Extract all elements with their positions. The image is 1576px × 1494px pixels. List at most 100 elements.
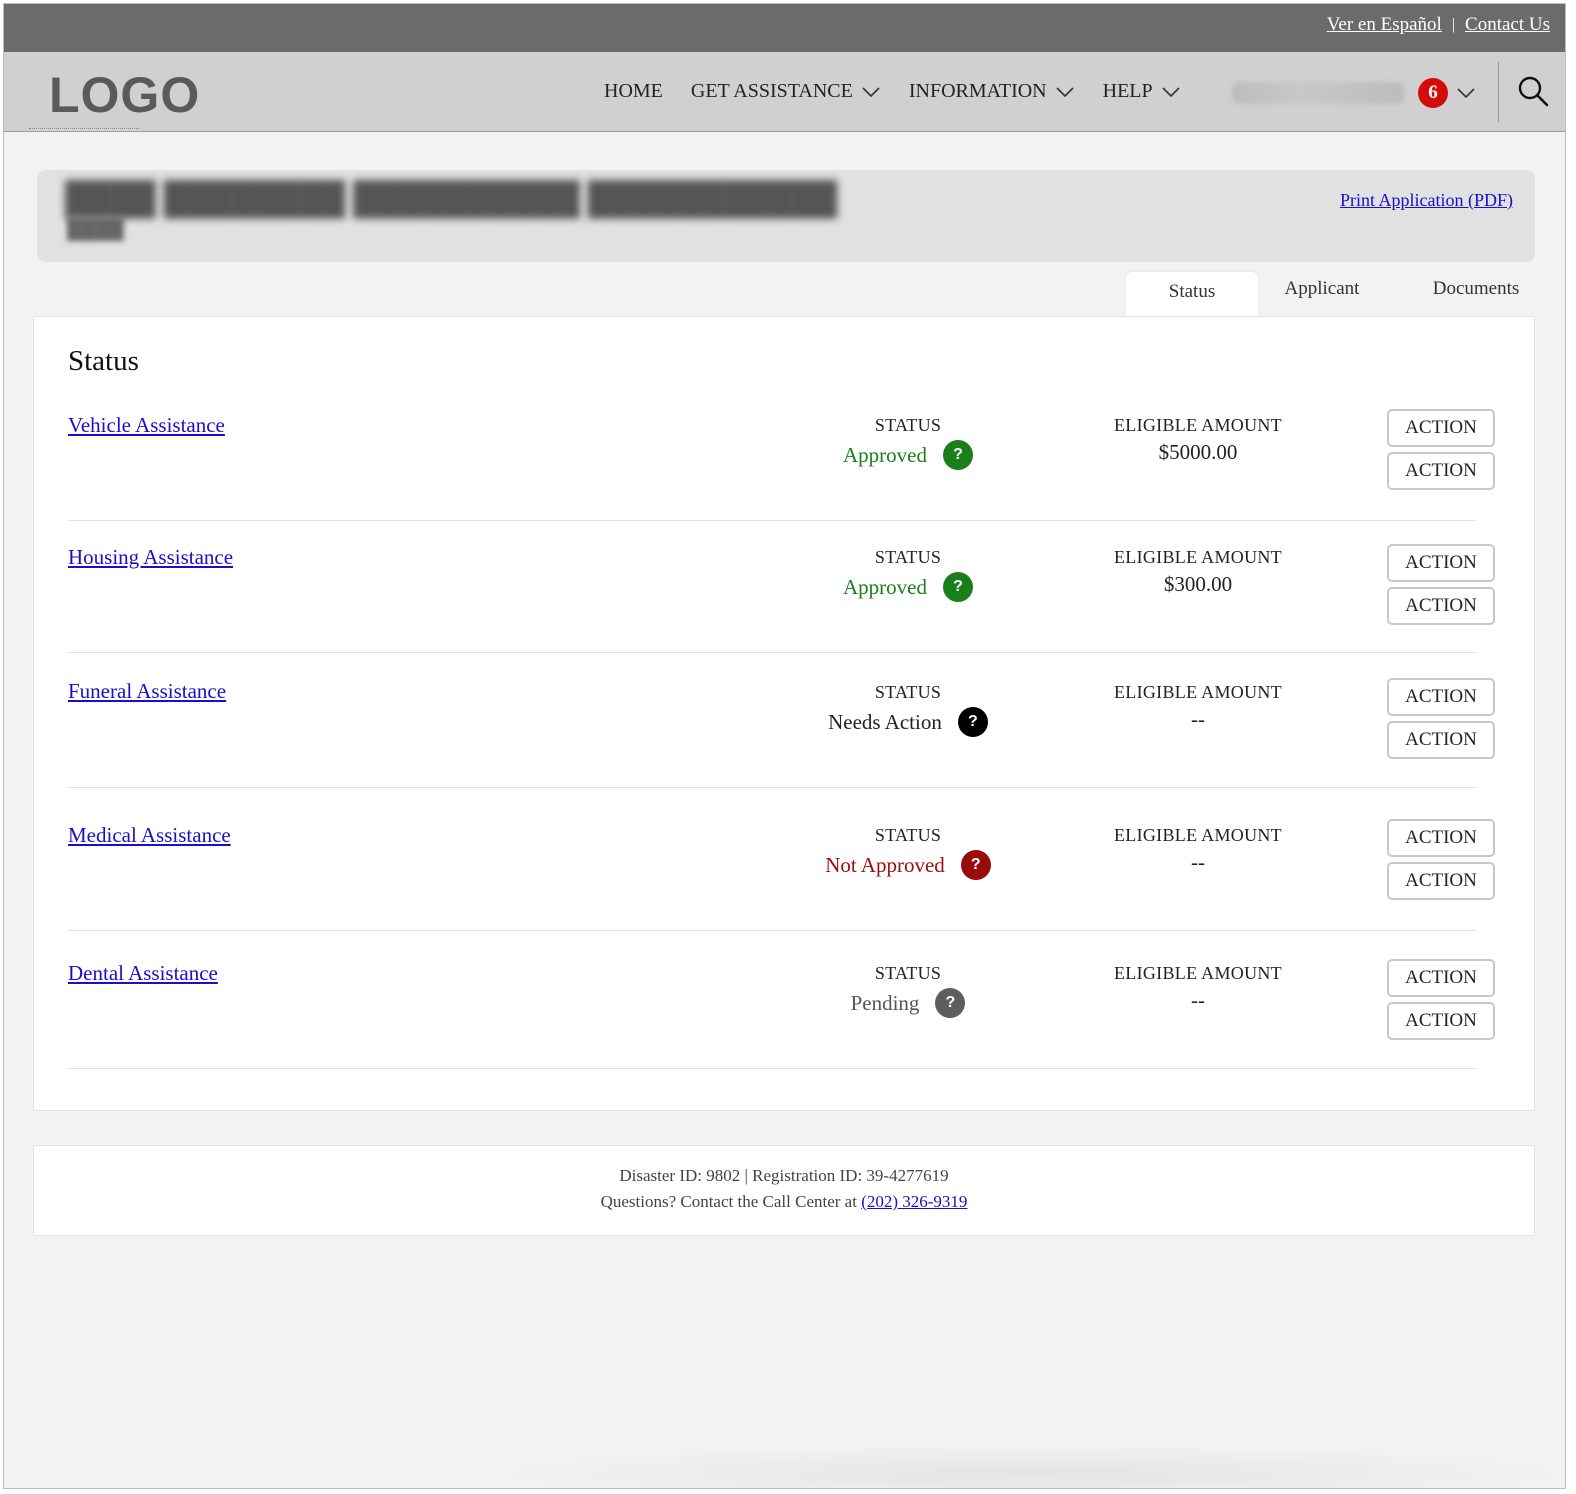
contact-us-link[interactable]: Contact Us — [1465, 14, 1550, 36]
print-application-link[interactable]: Print Application (PDF) — [1340, 190, 1513, 211]
assistance-link[interactable]: Vehicle Assistance — [68, 413, 225, 438]
help-icon[interactable]: ? — [957, 707, 988, 737]
nav-information-label: INFORMATION — [908, 80, 1047, 102]
nav-home-label: HOME — [604, 80, 663, 102]
tab-applicant[interactable]: Applicant — [1258, 272, 1386, 320]
status-value: Pending — [850, 990, 920, 1015]
utility-separator: | — [1451, 16, 1456, 33]
status-value-wrap: Needs Action ? — [768, 707, 1048, 737]
assistance-link[interactable]: Medical Assistance — [68, 823, 231, 848]
help-icon[interactable]: ? — [942, 440, 973, 470]
assistance-row: Funeral Assistance STATUS Needs Action ?… — [68, 676, 1495, 788]
assistance-link[interactable]: Housing Assistance — [68, 545, 233, 570]
status-column: STATUS Approved ? — [768, 547, 1048, 602]
status-column: STATUS Not Approved ? — [768, 825, 1048, 880]
application-banner: ████ ████████ ██████████ ███████████ ███… — [37, 170, 1535, 262]
user-name-blurred — [1232, 82, 1404, 104]
status-column: STATUS Approved ? — [768, 415, 1048, 470]
action-button[interactable]: ACTION — [1387, 819, 1495, 857]
action-button[interactable]: ACTION — [1387, 452, 1495, 490]
help-icon[interactable]: ? — [935, 988, 966, 1018]
status-column: STATUS Pending ? — [768, 963, 1048, 1018]
action-buttons: ACTION ACTION — [1387, 544, 1495, 630]
eligible-amount-value: -- — [1191, 988, 1205, 1012]
assistance-link[interactable]: Funeral Assistance — [68, 679, 226, 704]
amount-column: ELIGIBLE AMOUNT $5000.00 — [1078, 415, 1318, 465]
assistance-row: Medical Assistance STATUS Not Approved ?… — [68, 819, 1495, 931]
action-button[interactable]: ACTION — [1387, 959, 1495, 997]
action-buttons: ACTION ACTION — [1387, 409, 1495, 495]
application-subtitle-blurred: ████ — [67, 218, 124, 240]
nav-help[interactable]: HELP — [1103, 80, 1181, 103]
footer-contact: Questions? Contact the Call Center at (2… — [34, 1192, 1534, 1212]
nav-get-assistance-label: GET ASSISTANCE — [690, 80, 853, 102]
assistance-link[interactable]: Dental Assistance — [68, 961, 218, 986]
action-buttons: ACTION ACTION — [1387, 959, 1495, 1045]
help-icon[interactable]: ? — [942, 572, 973, 602]
amount-column: ELIGIBLE AMOUNT -- — [1078, 963, 1318, 1013]
notification-badge[interactable]: 6 — [1418, 78, 1448, 108]
help-icon[interactable]: ? — [960, 850, 991, 880]
status-value-wrap: Pending ? — [768, 988, 1048, 1018]
nav-help-label: HELP — [1102, 80, 1153, 102]
search-icon[interactable] — [1516, 74, 1550, 108]
assistance-row: Vehicle Assistance STATUS Approved ? ELI… — [68, 409, 1495, 521]
status-value-wrap: Not Approved ? — [768, 850, 1048, 880]
action-buttons: ACTION ACTION — [1387, 819, 1495, 905]
status-value: Needs Action — [828, 709, 942, 734]
assistance-row: Housing Assistance STATUS Approved ? ELI… — [68, 541, 1495, 653]
action-button[interactable]: ACTION — [1387, 409, 1495, 447]
amount-column: ELIGIBLE AMOUNT -- — [1078, 825, 1318, 875]
utility-links: Ver en Español | Contact Us — [1327, 14, 1550, 36]
tab-bar: Status Applicant Documents — [1126, 272, 1565, 326]
status-label: STATUS — [874, 825, 942, 845]
eligible-amount-label: ELIGIBLE AMOUNT — [1114, 825, 1282, 845]
eligible-amount-label: ELIGIBLE AMOUNT — [1114, 963, 1282, 983]
status-label: STATUS — [874, 963, 942, 983]
spanish-link[interactable]: Ver en Español — [1327, 14, 1442, 36]
action-buttons: ACTION ACTION — [1387, 678, 1495, 764]
application-title-blurred: ████ ████████ ██████████ ███████████ — [65, 180, 838, 216]
call-center-phone-link[interactable]: (202) 326-9319 — [861, 1192, 967, 1211]
chevron-down-icon — [1056, 86, 1074, 97]
status-panel: Status Vehicle Assistance STATUS Approve… — [33, 316, 1535, 1111]
tab-documents[interactable]: Documents — [1386, 272, 1565, 320]
status-value: Not Approved — [825, 852, 945, 877]
action-button[interactable]: ACTION — [1387, 1002, 1495, 1040]
header-divider — [1498, 62, 1499, 122]
nav-get-assistance[interactable]: GET ASSISTANCE — [691, 80, 881, 103]
status-column: STATUS Needs Action ? — [768, 682, 1048, 737]
status-value-wrap: Approved ? — [768, 440, 1048, 470]
nav-home[interactable]: HOME — [604, 80, 663, 103]
main-nav: HOME GET ASSISTANCE INFORMATION HELP — [604, 80, 1209, 103]
eligible-amount-label: ELIGIBLE AMOUNT — [1114, 547, 1282, 567]
user-menu[interactable]: 6 — [1232, 78, 1476, 108]
bottom-shadow — [484, 1444, 1565, 1488]
logo-underline — [29, 128, 139, 129]
action-button[interactable]: ACTION — [1387, 862, 1495, 900]
eligible-amount-value: -- — [1191, 850, 1205, 874]
eligible-amount-label: ELIGIBLE AMOUNT — [1114, 682, 1282, 702]
status-label: STATUS — [874, 682, 942, 702]
footer-questions-text: Questions? Contact the Call Center at — [600, 1192, 857, 1211]
panel-heading: Status — [68, 345, 139, 377]
status-value: Approved — [843, 574, 927, 599]
footer: Disaster ID: 9802 | Registration ID: 39-… — [33, 1145, 1535, 1236]
chevron-down-icon — [1162, 86, 1180, 97]
action-button[interactable]: ACTION — [1387, 721, 1495, 759]
action-button[interactable]: ACTION — [1387, 678, 1495, 716]
status-label: STATUS — [874, 415, 942, 435]
eligible-amount-value: $300.00 — [1163, 572, 1233, 596]
eligible-amount-value: -- — [1191, 707, 1205, 731]
amount-column: ELIGIBLE AMOUNT $300.00 — [1078, 547, 1318, 597]
nav-information[interactable]: INFORMATION — [909, 80, 1075, 103]
status-value: Approved — [843, 442, 927, 467]
eligible-amount-value: $5000.00 — [1158, 440, 1238, 464]
logo[interactable]: LOGO — [49, 66, 200, 124]
eligible-amount-label: ELIGIBLE AMOUNT — [1114, 415, 1282, 435]
chevron-down-icon — [862, 86, 880, 97]
chevron-down-icon[interactable] — [1456, 83, 1476, 103]
action-button[interactable]: ACTION — [1387, 587, 1495, 625]
assistance-row: Dental Assistance STATUS Pending ? ELIGI… — [68, 957, 1495, 1069]
action-button[interactable]: ACTION — [1387, 544, 1495, 582]
